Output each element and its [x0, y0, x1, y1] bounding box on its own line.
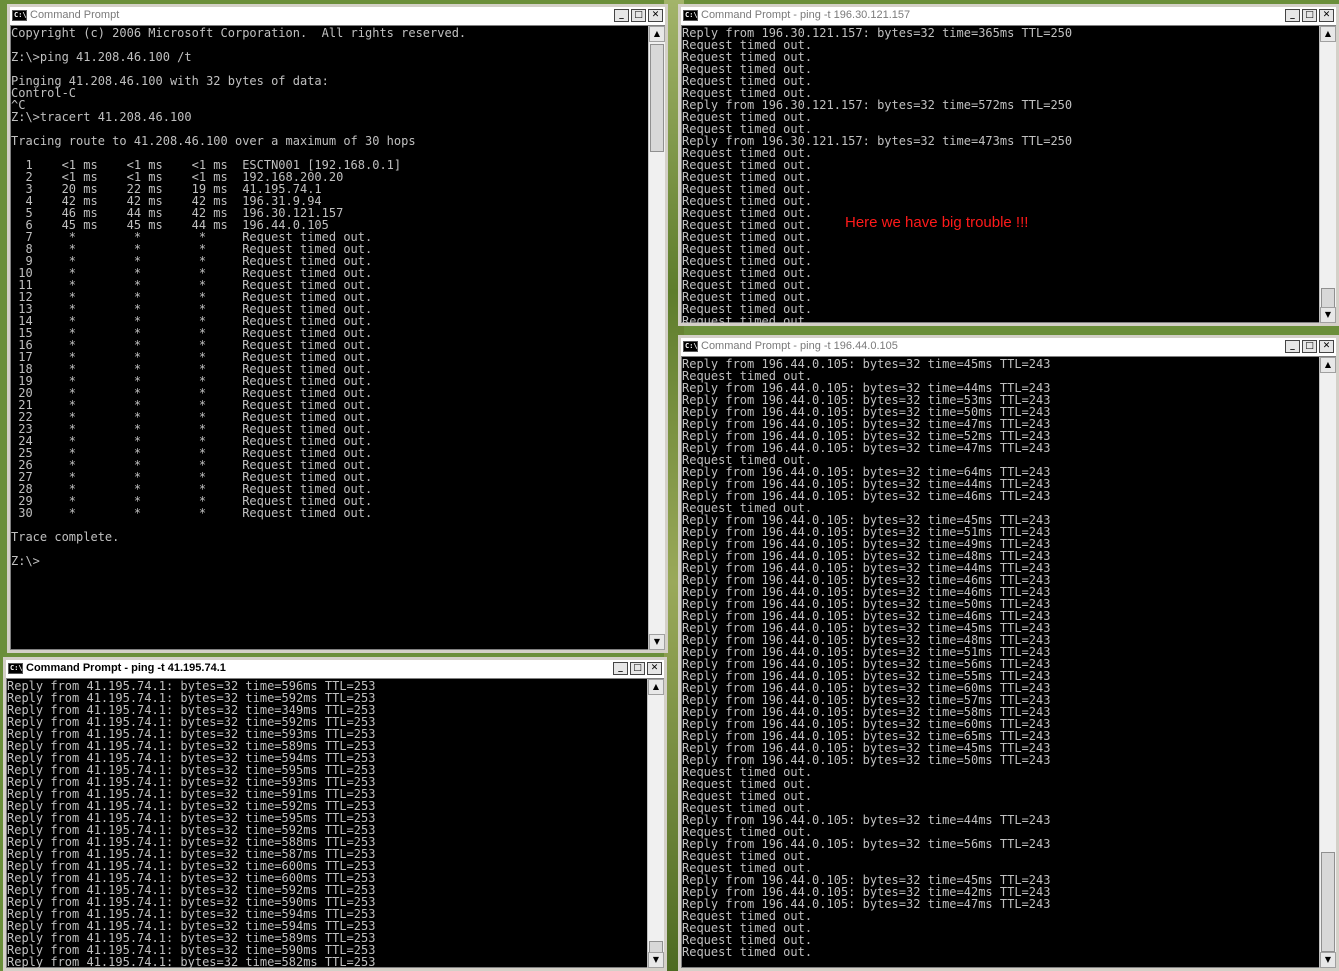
minimize-button[interactable]: _ — [614, 9, 629, 22]
close-button[interactable]: ✕ — [647, 662, 662, 675]
console-output[interactable]: Reply from 196.44.0.105: bytes=32 time=4… — [681, 357, 1319, 968]
scroll-up-arrow-icon[interactable]: ▲ — [1320, 26, 1336, 42]
scroll-thumb[interactable] — [1321, 852, 1335, 952]
console-text: Copyright (c) 2006 Microsoft Corporation… — [11, 26, 467, 568]
close-button[interactable]: ✕ — [1319, 9, 1334, 22]
restore-button[interactable]: □ — [631, 9, 646, 22]
vertical-scrollbar[interactable]: ▲ ▼ — [1319, 357, 1336, 968]
restore-button[interactable]: □ — [1302, 9, 1317, 22]
console-output[interactable]: Copyright (c) 2006 Microsoft Corporation… — [10, 26, 648, 650]
scroll-down-arrow-icon[interactable]: ▼ — [1320, 307, 1336, 323]
title-bar[interactable]: C:\ Command Prompt _ □ ✕ — [10, 7, 665, 26]
vertical-scrollbar[interactable]: ▲ ▼ — [1319, 26, 1336, 323]
cmd-icon: C:\ — [683, 341, 698, 352]
title-bar[interactable]: C:\ Command Prompt - ping -t 196.44.0.10… — [681, 338, 1336, 357]
scroll-up-arrow-icon[interactable]: ▲ — [649, 26, 665, 42]
minimize-button[interactable]: _ — [613, 662, 628, 675]
ping-41-195-74-1-window[interactable]: C:\ Command Prompt - ping -t 41.195.74.1… — [3, 657, 667, 971]
cmd-icon: C:\ — [683, 10, 698, 21]
console-text: Reply from 196.30.121.157: bytes=32 time… — [682, 26, 1073, 323]
vertical-scrollbar[interactable]: ▲ ▼ — [648, 26, 665, 650]
console-text: Reply from 196.44.0.105: bytes=32 time=4… — [682, 357, 1051, 959]
console-output[interactable]: Reply from 41.195.74.1: bytes=32 time=59… — [6, 679, 647, 968]
ping-196-44-0-105-window[interactable]: C:\ Command Prompt - ping -t 196.44.0.10… — [678, 335, 1339, 971]
window-title: Command Prompt - ping -t 196.44.0.105 — [701, 340, 898, 352]
window-title: Command Prompt - ping -t 196.30.121.157 — [701, 9, 911, 21]
scroll-down-arrow-icon[interactable]: ▼ — [1320, 952, 1336, 968]
close-button[interactable]: ✕ — [1319, 340, 1334, 353]
console-output[interactable]: Reply from 196.30.121.157: bytes=32 time… — [681, 26, 1319, 323]
title-bar[interactable]: C:\ Command Prompt - ping -t 41.195.74.1… — [6, 660, 664, 679]
scroll-up-arrow-icon[interactable]: ▲ — [648, 679, 664, 695]
window-title: Command Prompt — [30, 9, 120, 21]
trouble-annotation: Here we have big trouble !!! — [845, 214, 1029, 231]
restore-button[interactable]: □ — [630, 662, 645, 675]
title-bar[interactable]: C:\ Command Prompt - ping -t 196.30.121.… — [681, 7, 1336, 26]
scroll-up-arrow-icon[interactable]: ▲ — [1320, 357, 1336, 373]
vertical-scrollbar[interactable]: ▲ ▼ — [647, 679, 664, 968]
ping-196-30-121-157-window[interactable]: C:\ Command Prompt - ping -t 196.30.121.… — [678, 4, 1339, 326]
scroll-thumb[interactable] — [1321, 288, 1335, 308]
scroll-down-arrow-icon[interactable]: ▼ — [649, 634, 665, 650]
scroll-thumb[interactable] — [650, 44, 664, 152]
console-text: Reply from 41.195.74.1: bytes=32 time=59… — [7, 679, 376, 968]
main-command-prompt-window[interactable]: C:\ Command Prompt _ □ ✕ Copyright (c) 2… — [7, 4, 668, 653]
cmd-icon: C:\ — [8, 663, 23, 674]
close-button[interactable]: ✕ — [648, 9, 663, 22]
minimize-button[interactable]: _ — [1285, 9, 1300, 22]
minimize-button[interactable]: _ — [1285, 340, 1300, 353]
window-title: Command Prompt - ping -t 41.195.74.1 — [26, 662, 226, 674]
restore-button[interactable]: □ — [1302, 340, 1317, 353]
cmd-icon: C:\ — [12, 10, 27, 21]
scroll-down-arrow-icon[interactable]: ▼ — [648, 952, 664, 968]
